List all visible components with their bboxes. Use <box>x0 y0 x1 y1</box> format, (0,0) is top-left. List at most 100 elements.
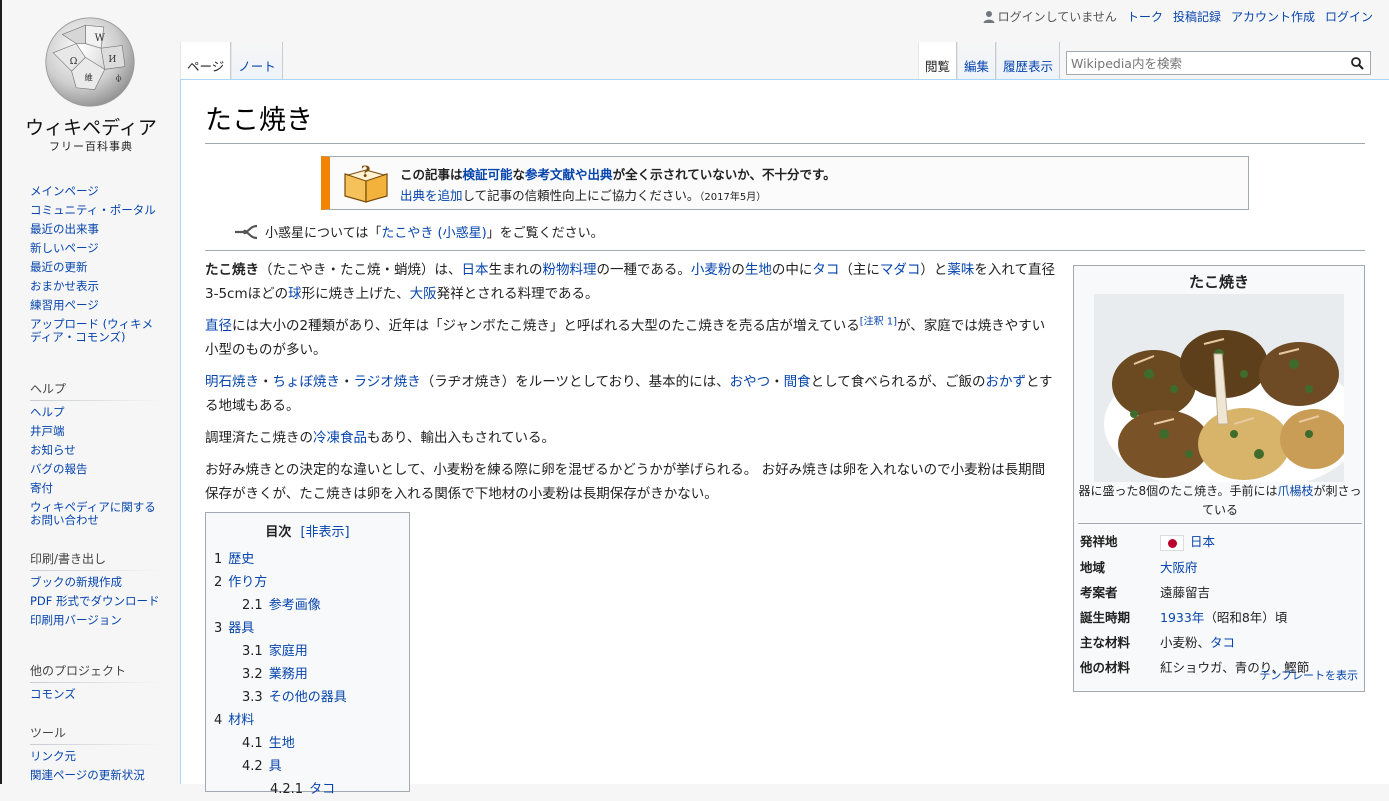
logo-subtitle: フリー百科事典 <box>49 140 133 153</box>
sidebar-item-recent-changes[interactable]: 最近の更新 <box>30 261 162 274</box>
sidebar-item-contact[interactable]: ウィキペディアに関するお問い合わせ <box>30 501 162 527</box>
create-account-link[interactable]: アカウント作成 <box>1231 8 1315 25</box>
takoyaki-photo[interactable] <box>1094 294 1344 482</box>
sidebar-item-main-page[interactable]: メインページ <box>30 185 162 198</box>
toc-item[interactable]: 4 材料 <box>214 709 401 732</box>
infobox: たこ焼き 器に盛った8個のたこ焼き。手前には爪楊枝が刺さっている 発祥地 日本 … <box>1073 265 1365 692</box>
infobox-key: 地域 <box>1080 559 1106 575</box>
link-batter[interactable]: 生地 <box>745 262 772 278</box>
paragraph-3: 明石焼き・ちょぼ焼き・ラジオ焼き（ラヂオ焼き）をルーツとしており、基本的には、お… <box>205 374 1053 414</box>
link-yakumi[interactable]: 薬味 <box>947 262 974 278</box>
asteroid-link[interactable]: たこやき (小惑星) <box>381 226 486 241</box>
sidebar-print: 印刷/書き出し ブックの新規作成 PDF 形式でダウンロード 印刷用バージョン <box>30 550 162 633</box>
notice-text: が全く示されていないか、不十分です。 <box>612 167 836 182</box>
infobox-key: 誕生時期 <box>1080 609 1131 625</box>
sidebar-item-random[interactable]: おまかせ表示 <box>30 280 162 293</box>
sidebar-item-create-book[interactable]: ブックの新規作成 <box>30 576 162 589</box>
toc-item[interactable]: 4.2 具 <box>214 755 401 778</box>
toc-item[interactable]: 3.1 家庭用 <box>214 640 401 663</box>
region-link[interactable]: 大阪府 <box>1160 560 1198 575</box>
link-okazu[interactable]: おかず <box>985 374 1026 390</box>
sidebar-item-printable[interactable]: 印刷用バージョン <box>30 614 162 627</box>
link-octopus[interactable]: タコ <box>812 262 839 278</box>
year-link[interactable]: 1933年 <box>1160 610 1204 625</box>
verifiability-link[interactable]: 検証可能 <box>463 167 513 182</box>
octopus-link[interactable]: タコ <box>1210 635 1235 650</box>
toc-item[interactable]: 2.1 参考画像 <box>214 594 401 617</box>
notice-headline: この記事は検証可能な参考文献や出典が全く示されていないか、不十分です。 <box>400 164 836 183</box>
table-of-contents: 目次 [非表示] 1 歴史 2 作り方 2.1 参考画像 3 器具 3.1 家庭用 3.2… <box>205 512 410 797</box>
toothpick-link[interactable]: 爪楊枝 <box>1278 484 1314 498</box>
hatnote-text: 小惑星については「たこやき (小惑星)」をご覧ください。 <box>265 226 604 241</box>
link-japan[interactable]: 日本 <box>462 262 489 278</box>
link-radioyaki[interactable]: ラジオ焼き <box>354 374 421 390</box>
origin-link[interactable]: 日本 <box>1190 534 1215 549</box>
tab-read[interactable]: 閲覧 <box>918 42 958 79</box>
tab-talk[interactable]: ノート <box>231 42 283 79</box>
book-question-icon: ? <box>344 162 388 203</box>
link-madako[interactable]: マダコ <box>880 262 921 278</box>
link-choboyaki[interactable]: ちょぼ焼き <box>273 374 341 390</box>
toc-item[interactable]: 4.1 生地 <box>214 732 401 755</box>
sidebar-item-current-events[interactable]: 最近の出来事 <box>30 223 162 236</box>
sidebar-tools-heading: ツール <box>30 724 162 745</box>
link-oyatsu[interactable]: おやつ <box>730 374 771 390</box>
contributions-link[interactable]: 投稿記録 <box>1173 8 1221 25</box>
tab-edit[interactable]: 編集 <box>957 42 997 79</box>
search-icon[interactable] <box>1351 56 1364 70</box>
link-sphere[interactable]: 球 <box>288 286 302 302</box>
sidebar-item-related-changes[interactable]: 関連ページの更新状況 <box>30 769 162 782</box>
link-osaka[interactable]: 大阪 <box>410 286 437 302</box>
link-diameter[interactable]: 直径 <box>205 318 232 334</box>
anonymous-label: ログインしていません <box>997 10 1117 24</box>
infobox-value: 1933年（昭和8年）頃 <box>1160 609 1288 625</box>
talk-link[interactable]: トーク <box>1127 8 1163 25</box>
sidebar-help-heading: ヘルプ <box>30 380 162 401</box>
login-link[interactable]: ログイン <box>1325 8 1373 25</box>
sidebar-item-help[interactable]: ヘルプ <box>30 406 162 419</box>
toc-title: 目次 [非表示] <box>265 525 350 540</box>
sidebar-item-village-pump[interactable]: 井戸端 <box>30 425 162 438</box>
sidebar-item-download-pdf[interactable]: PDF 形式でダウンロード <box>30 595 162 608</box>
sidebar-item-community-portal[interactable]: コミュニティ・ポータル <box>30 204 162 217</box>
infobox-value: 日本 <box>1160 528 1360 554</box>
toc-item[interactable]: 4.2.1 タコ <box>214 778 401 801</box>
citation-link[interactable]: 参考文献や出典 <box>525 167 613 182</box>
sidebar-item-commons[interactable]: コモンズ <box>30 688 162 701</box>
sidebar-item-bug-report[interactable]: バグの報告 <box>30 463 162 476</box>
sidebar-item-upload[interactable]: アップロード (ウィキメディア・コモンズ) <box>30 318 162 344</box>
sidebar-item-sandbox[interactable]: 練習用ページ <box>30 299 162 312</box>
notice-date: （2017年5月） <box>699 192 767 203</box>
sidebar-item-new-pages[interactable]: 新しいページ <box>30 242 162 255</box>
toc-item[interactable]: 3 器具 <box>214 617 401 640</box>
paragraph-5: お好み焼きとの決定的な違いとして、小麦粉を練る際に卵を混ぜるかどうかが挙げられる… <box>205 462 1046 502</box>
infobox-value: 小麦粉、タコ <box>1160 634 1236 650</box>
svg-text:И: И <box>108 54 116 65</box>
tab-page[interactable]: ページ <box>180 42 232 79</box>
sidebar-item-what-links-here[interactable]: リンク元 <box>30 750 162 763</box>
site-logo[interactable]: W Ω И 維 ф ウィキペディア フリー百科事典 <box>16 10 166 160</box>
search-input[interactable] <box>1067 52 1337 74</box>
window-edge <box>0 0 2 784</box>
link-konamono[interactable]: 粉物料理 <box>543 262 597 278</box>
infobox-key: 他の材料 <box>1080 659 1131 675</box>
link-frozen-food[interactable]: 冷凍食品 <box>313 430 367 446</box>
add-citation-link[interactable]: 出典を追加 <box>400 188 463 203</box>
infobox-table: 発祥地 日本 地域 大阪府 考案者 遠藤留吉 誕生時期 1933年（昭和8年）頃… <box>1080 528 1360 679</box>
personal-tools: ログインしていません トーク 投稿記録 アカウント作成 ログイン <box>983 8 1373 25</box>
toc-item[interactable]: 2 作り方 <box>214 571 401 594</box>
toc-item[interactable]: 3.2 業務用 <box>214 663 401 686</box>
link-flour[interactable]: 小麦粉 <box>691 262 732 278</box>
toc-hide-toggle[interactable]: [非表示] <box>300 525 349 540</box>
footnote-ref[interactable]: [注釈 1] <box>860 317 897 328</box>
sidebar-tools: ツール リンク元 関連ページの更新状況 <box>30 724 162 788</box>
toc-item[interactable]: 3.3 その他の器具 <box>214 686 401 709</box>
link-snack[interactable]: 間食 <box>784 374 811 390</box>
view-template-link[interactable]: テンプレートを表示 <box>1259 667 1358 683</box>
sidebar-item-donate[interactable]: 寄付 <box>30 482 162 495</box>
infobox-title: たこ焼き <box>1188 273 1249 291</box>
toc-item[interactable]: 1 歴史 <box>214 548 401 571</box>
link-akashiyaki[interactable]: 明石焼き <box>205 374 259 390</box>
tab-history[interactable]: 履歴表示 <box>996 42 1061 79</box>
sidebar-item-news[interactable]: お知らせ <box>30 444 162 457</box>
